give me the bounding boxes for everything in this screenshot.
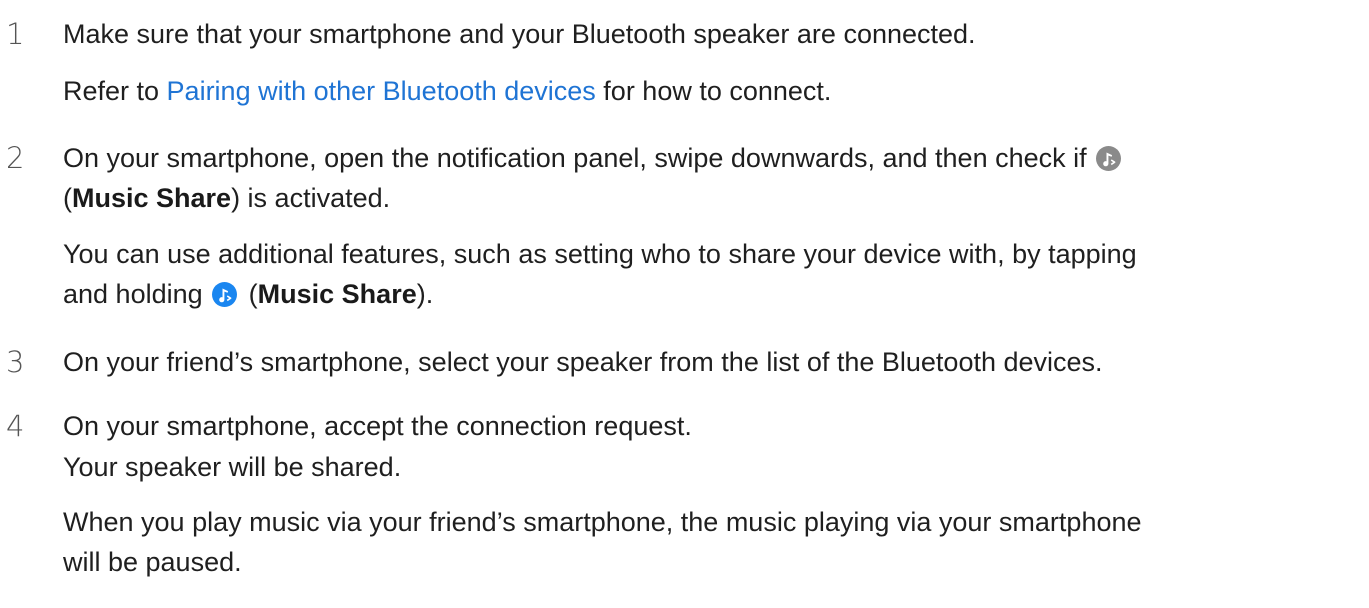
- step-text-line: On your smartphone, open the notificatio…: [63, 143, 1087, 173]
- step-subtext: Refer to Pairing with other Bluetooth de…: [63, 69, 831, 113]
- step-text-fragment: (: [63, 183, 72, 213]
- step-text: On your smartphone, accept the connectio…: [63, 404, 692, 448]
- step-text-line: On your friend’s smartphone, select your…: [63, 347, 1103, 377]
- step-text-line: Make sure that your smartphone and your …: [63, 19, 976, 49]
- step-subtext: You can use additional features, such as…: [63, 232, 1137, 276]
- step-number: 1: [6, 17, 25, 51]
- step-text-fragment: for how to connect.: [595, 76, 832, 106]
- step-text-line: Your speaker will be shared.: [63, 452, 402, 482]
- music-share-label: Music Share: [257, 279, 417, 309]
- step-subtext: will be paused.: [63, 540, 242, 584]
- step-text-line: On your smartphone, accept the connectio…: [63, 411, 692, 441]
- step-text-fragment: and holding: [63, 279, 203, 309]
- step-text-fragment: ) is activated.: [231, 183, 391, 213]
- step-text: Make sure that your smartphone and your …: [63, 12, 976, 56]
- pairing-link[interactable]: Pairing with other Bluetooth devices: [167, 76, 596, 106]
- music-share-label: Music Share: [72, 183, 232, 213]
- instructions-document: 1 Make sure that your smartphone and you…: [0, 0, 1369, 608]
- step-text-line: will be paused.: [63, 547, 242, 577]
- step-number: 3: [6, 345, 25, 379]
- step-text-line: When you play music via your friend’s sm…: [63, 507, 1142, 537]
- step-subtext: and holding (Music Share).: [63, 272, 433, 316]
- step-number: 4: [6, 409, 25, 443]
- step-number: 2: [6, 141, 25, 175]
- music-share-inactive-icon: [1096, 146, 1122, 171]
- step-text: On your friend’s smartphone, select your…: [63, 340, 1103, 384]
- step-text-fragment: (: [241, 279, 258, 309]
- step-text: On your smartphone, open the notificatio…: [63, 136, 1125, 180]
- step-text-line: You can use additional features, such as…: [63, 239, 1137, 269]
- step-text-fragment: Refer to: [63, 76, 167, 106]
- step-subtext: When you play music via your friend’s sm…: [63, 500, 1142, 544]
- music-share-active-icon: [212, 282, 238, 307]
- step-subtext: Your speaker will be shared.: [63, 445, 401, 489]
- step-text: (Music Share) is activated.: [63, 176, 390, 220]
- step-text-fragment: ).: [416, 279, 434, 309]
